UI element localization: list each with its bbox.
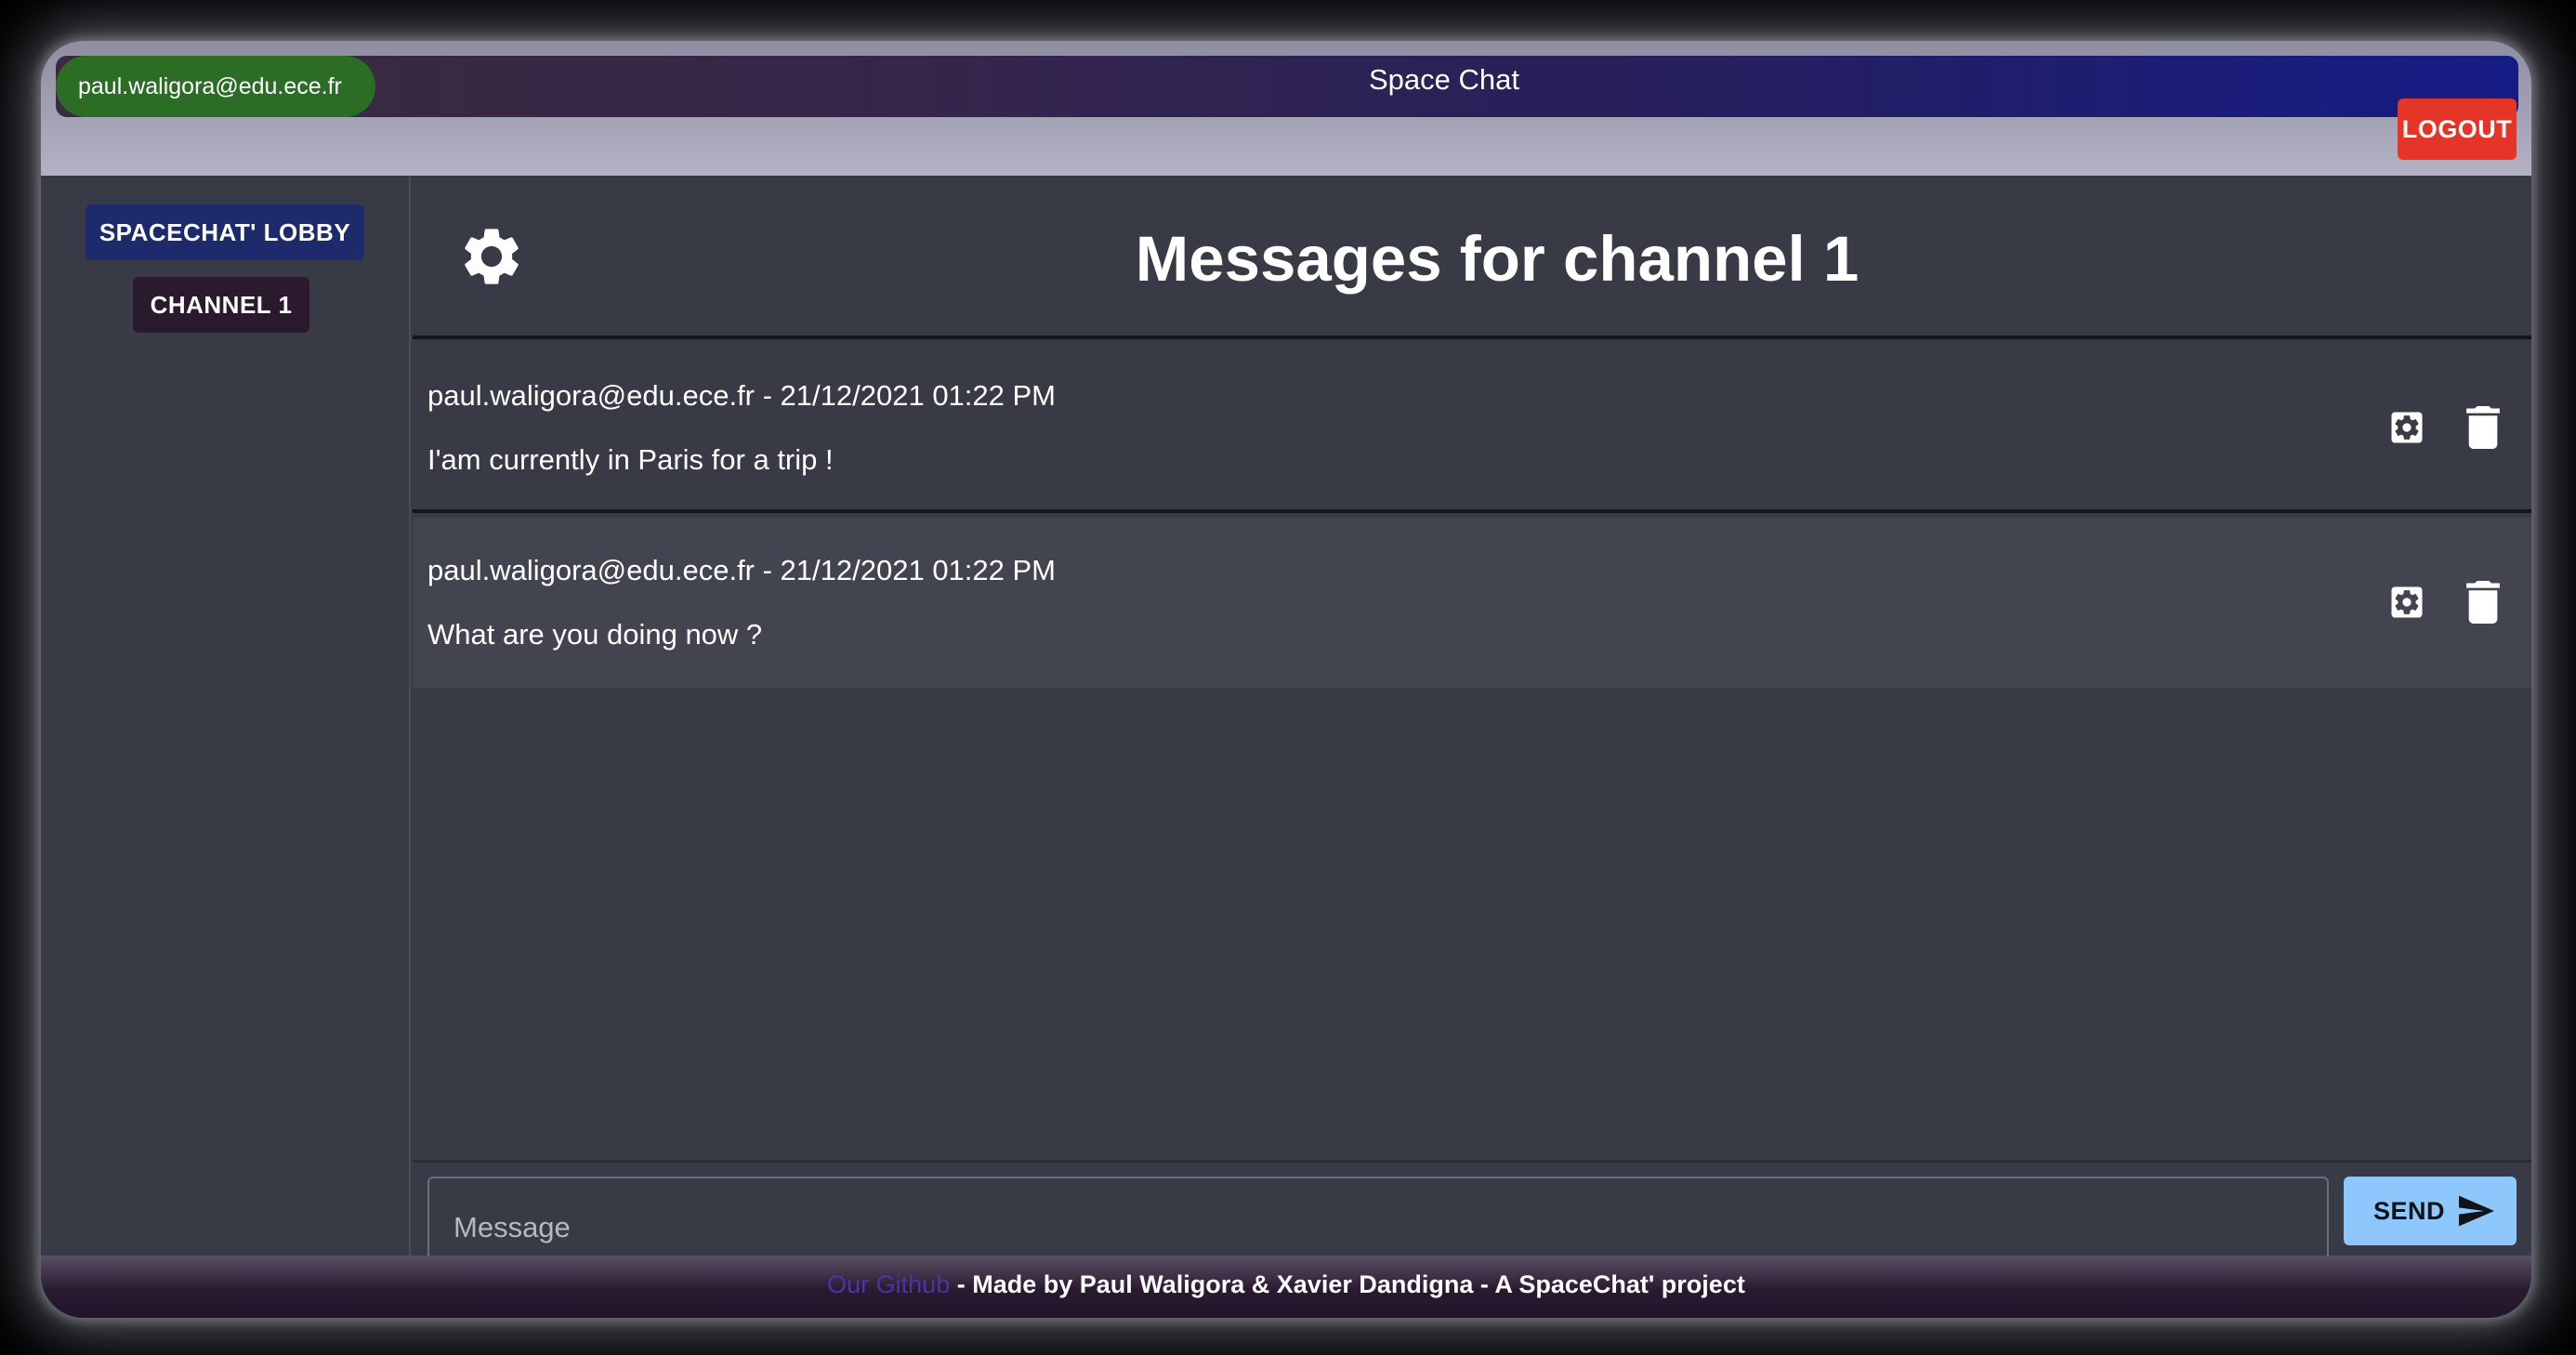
send-label: SEND bbox=[2373, 1197, 2446, 1225]
app-window: paul.waligora@edu.ece.fr Space Chat LOGO… bbox=[41, 41, 2531, 1318]
github-link[interactable]: Our Github bbox=[827, 1270, 950, 1298]
send-icon bbox=[2459, 1195, 2494, 1227]
message-item: paul.waligora@edu.ece.fr - 21/12/2021 01… bbox=[413, 518, 2531, 688]
footer-credits: - Made by Paul Waligora & Xavier Dandign… bbox=[950, 1270, 1745, 1298]
trash-icon[interactable] bbox=[2464, 406, 2502, 449]
send-button[interactable]: SEND bbox=[2344, 1177, 2517, 1245]
message-text: What are you doing now ? bbox=[427, 618, 763, 651]
logout-button[interactable]: LOGOUT bbox=[2398, 99, 2517, 160]
message-item: paul.waligora@edu.ece.fr - 21/12/2021 01… bbox=[413, 343, 2531, 513]
page-title: Messages for channel 1 bbox=[1135, 223, 1860, 295]
message-meta: paul.waligora@edu.ece.fr - 21/12/2021 01… bbox=[427, 379, 1057, 412]
title-bar bbox=[56, 56, 2518, 117]
footer: Our Github - Made by Paul Waligora & Xav… bbox=[41, 1256, 2531, 1318]
user-email-badge[interactable]: paul.waligora@edu.ece.fr bbox=[56, 56, 375, 117]
message-meta: paul.waligora@edu.ece.fr - 21/12/2021 01… bbox=[427, 554, 1057, 586]
message-composer: SEND bbox=[413, 1160, 2531, 1279]
trash-icon[interactable] bbox=[2464, 581, 2502, 624]
gear-icon[interactable] bbox=[2386, 582, 2427, 623]
header: paul.waligora@edu.ece.fr Space Chat LOGO… bbox=[41, 41, 2531, 176]
channel-header: Messages for channel 1 bbox=[413, 176, 2531, 339]
sidebar-item-channel-1[interactable]: CHANNEL 1 bbox=[133, 277, 309, 333]
sidebar-item-spacechat-lobby[interactable]: SPACECHAT' LOBBY bbox=[85, 204, 364, 260]
message-text: I'am currently in Paris for a trip ! bbox=[427, 443, 834, 476]
main-panel: Messages for channel 1 paul.waligora@edu… bbox=[413, 176, 2531, 1279]
sidebar: SPACECHAT' LOBBY CHANNEL 1 bbox=[41, 176, 411, 1256]
gear-icon[interactable] bbox=[2386, 407, 2427, 448]
